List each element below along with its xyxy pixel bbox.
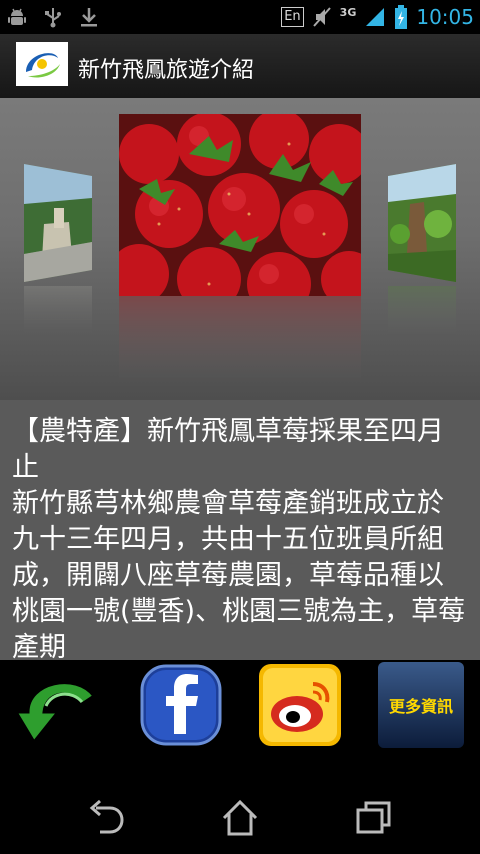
action-buttons: 更多資訊 xyxy=(0,660,480,760)
article-panel[interactable]: 【農特產】新竹飛鳳草莓採果至四月止 新竹縣芎林鄉農會草莓產銷班成立於九十三年四月… xyxy=(0,400,480,660)
more-info-label: 更多資訊 xyxy=(388,697,453,716)
clock: 10:05 xyxy=(416,5,474,29)
download-icon xyxy=(81,8,97,27)
app-logo-icon[interactable] xyxy=(16,42,68,86)
gallery-image-right[interactable] xyxy=(388,164,456,282)
system-icons: En 3G 10:05 xyxy=(281,4,474,30)
navigation-bar xyxy=(0,780,480,854)
article-heading: 【農特產】新竹飛鳳草莓採果至四月止 xyxy=(12,416,444,483)
android-debug-icon xyxy=(8,8,26,25)
usb-icon xyxy=(45,8,61,28)
gallery-reflection-selected xyxy=(119,296,361,386)
article-body: 新竹縣芎林鄉農會草莓產銷班成立於九十三年四月，共由十五位班員所組成，開闢八座草莓… xyxy=(12,488,466,660)
image-gallery[interactable] xyxy=(0,98,480,400)
signal-icon xyxy=(366,8,385,26)
status-bar: En 3G 10:05 xyxy=(0,0,480,34)
gallery-image-selected[interactable] xyxy=(119,114,361,296)
page-title: 新竹飛鳳旅遊介紹 xyxy=(78,58,255,83)
recent-apps-icon[interactable] xyxy=(354,798,394,838)
network-type: 3G xyxy=(339,5,357,19)
home-icon[interactable] xyxy=(220,798,260,838)
input-method-indicator: En xyxy=(281,7,304,27)
article-content: 【農特產】新竹飛鳳草莓採果至四月止 新竹縣芎林鄉農會草莓產銷班成立於九十三年四月… xyxy=(12,414,468,660)
back-icon[interactable] xyxy=(86,798,126,838)
gallery-image-left[interactable] xyxy=(24,164,92,282)
notification-icons xyxy=(6,6,100,28)
muted-icon xyxy=(312,7,331,27)
more-info-button[interactable]: 更多資訊 xyxy=(378,662,464,748)
battery-icon xyxy=(395,5,408,29)
gallery-reflection-right xyxy=(388,286,456,336)
gallery-reflection-left xyxy=(24,286,92,336)
action-bar: 新竹飛鳳旅遊介紹 xyxy=(0,34,480,100)
back-arrow-button[interactable] xyxy=(16,662,102,748)
facebook-button[interactable] xyxy=(138,662,224,748)
weibo-button[interactable] xyxy=(257,662,343,748)
